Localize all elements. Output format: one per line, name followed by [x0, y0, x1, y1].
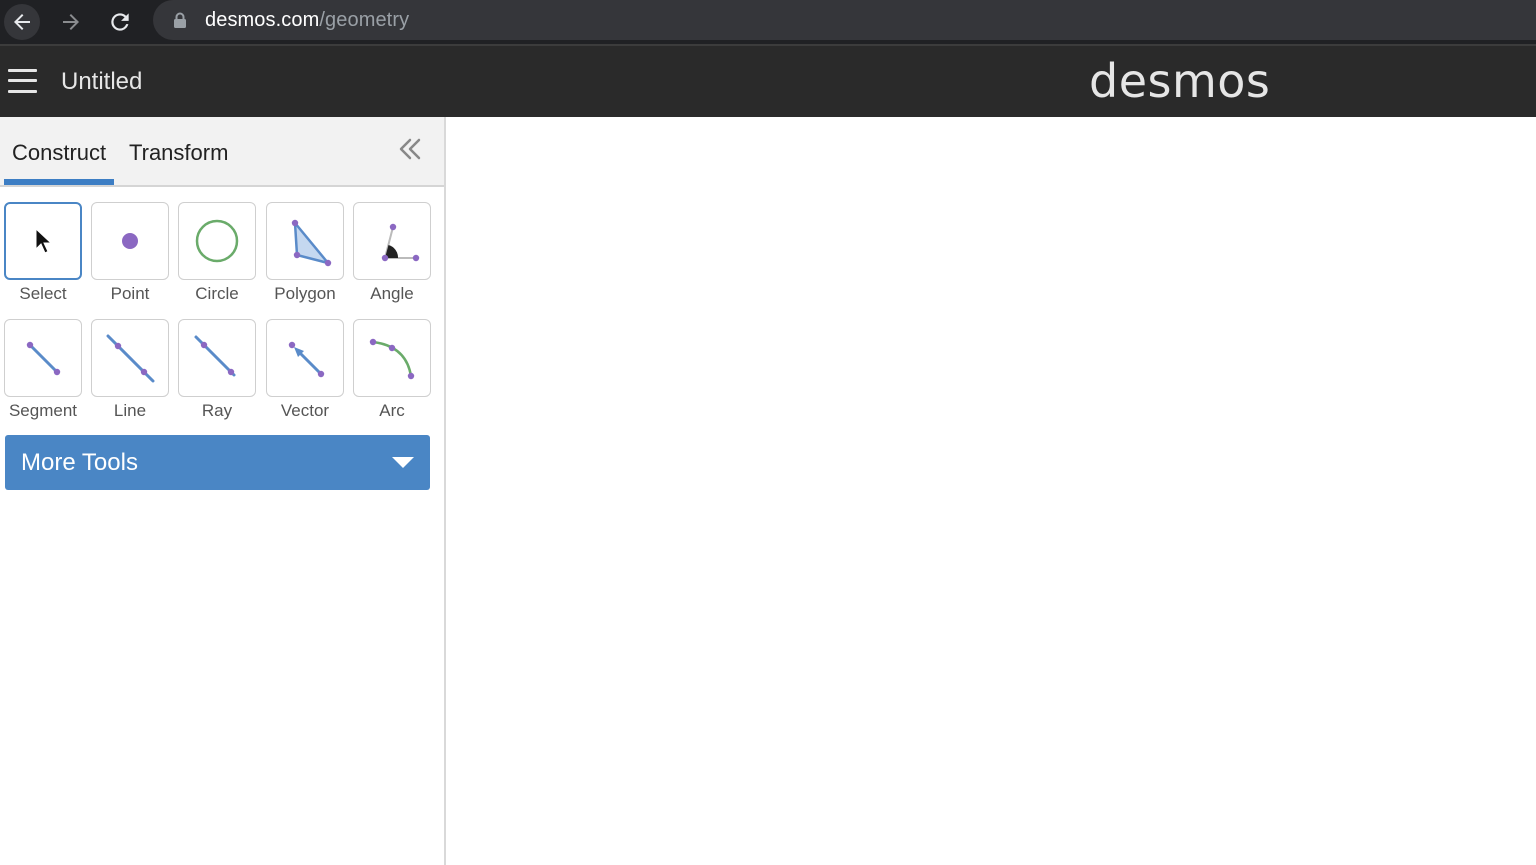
point-tool-button[interactable]: [91, 202, 169, 280]
browser-toolbar: desmos.com/geometry: [0, 0, 1536, 44]
cursor-arrow-icon: [35, 227, 53, 254]
tool-tabs: Construct Transform: [0, 117, 444, 187]
tool-label-point: Point: [110, 284, 150, 303]
tool-circle[interactable]: Circle: [178, 202, 256, 304]
tool-label-polygon: Polygon: [274, 284, 336, 303]
circle-icon: [195, 219, 239, 263]
tool-arc[interactable]: Arc: [353, 319, 431, 421]
vector-icon: [288, 341, 325, 378]
active-tab-indicator: [4, 179, 114, 185]
segment-tool-button[interactable]: [4, 319, 82, 397]
ray-icon: [194, 335, 236, 377]
polygon-tool-button[interactable]: [266, 202, 344, 280]
address-bar[interactable]: desmos.com/geometry: [153, 0, 1536, 40]
tool-label-line: Line: [113, 401, 147, 420]
tool-vector[interactable]: Vector: [266, 319, 344, 421]
tool-polygon[interactable]: Polygon: [266, 202, 344, 304]
reload-button[interactable]: [102, 4, 138, 40]
tool-label-circle: Circle: [195, 284, 239, 303]
tool-label-segment: Segment: [8, 401, 78, 420]
angle-icon: [381, 223, 420, 262]
forward-button[interactable]: [53, 4, 89, 40]
tool-angle[interactable]: Angle: [353, 202, 431, 304]
ray-tool-button[interactable]: [178, 319, 256, 397]
reload-icon: [111, 13, 129, 31]
tool-point[interactable]: Point: [91, 202, 169, 304]
arc-icon: [369, 338, 415, 380]
lock-icon: [174, 12, 186, 28]
point-icon: [122, 233, 138, 249]
tab-transform[interactable]: Transform: [129, 140, 228, 166]
line-icon: [106, 334, 155, 383]
more-tools-button[interactable]: More Tools: [5, 435, 430, 490]
back-button[interactable]: [4, 4, 40, 40]
tab-construct[interactable]: Construct: [12, 140, 106, 166]
back-arrow-icon: [14, 14, 30, 30]
chevron-down-icon: [392, 457, 414, 468]
tool-line[interactable]: Line: [91, 319, 169, 421]
polygon-icon: [291, 219, 332, 267]
tool-label-vector: Vector: [280, 401, 330, 420]
collapse-panel-icon[interactable]: [396, 135, 424, 163]
segment-icon: [26, 341, 61, 376]
vector-tool-button[interactable]: [266, 319, 344, 397]
url-domain: desmos.com: [205, 9, 320, 31]
desmos-logo: desmos: [1089, 54, 1271, 108]
tool-label-select: Select: [19, 284, 67, 303]
tool-label-ray: Ray: [201, 401, 233, 420]
forward-arrow-icon: [63, 14, 79, 30]
line-tool-button[interactable]: [91, 319, 169, 397]
app-header: Untitled desmos: [0, 46, 1536, 117]
tool-select[interactable]: Select: [4, 202, 82, 304]
url-text: desmos.com/geometry: [205, 9, 409, 32]
circle-tool-button[interactable]: [178, 202, 256, 280]
select-tool-button[interactable]: [4, 202, 82, 280]
url-path: /geometry: [319, 9, 410, 31]
more-tools-label: More Tools: [21, 449, 138, 476]
hamburger-menu-icon[interactable]: [8, 67, 37, 95]
tool-label-arc: Arc: [379, 401, 405, 420]
angle-tool-button[interactable]: [353, 202, 431, 280]
tool-segment[interactable]: Segment: [4, 319, 82, 421]
tool-ray[interactable]: Ray: [178, 319, 256, 421]
geometry-canvas[interactable]: [446, 117, 1536, 865]
arc-tool-button[interactable]: [353, 319, 431, 397]
tools-panel: Construct Transform Select Point Circle: [0, 117, 446, 865]
graph-title[interactable]: Untitled: [61, 68, 142, 96]
tool-label-angle: Angle: [370, 284, 414, 303]
